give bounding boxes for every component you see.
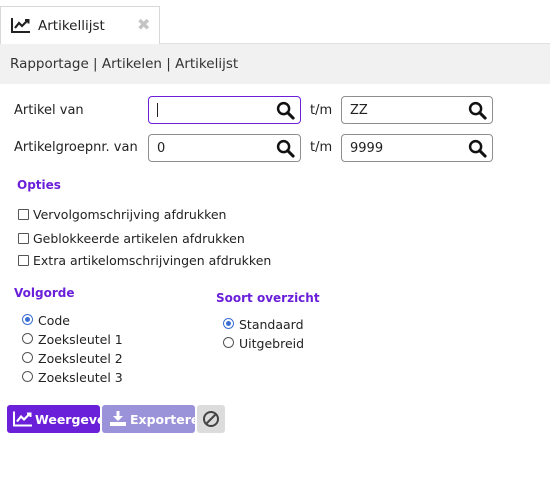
to-label-2: t/m: [310, 140, 333, 155]
close-icon[interactable]: ✖: [137, 17, 150, 33]
group-to-input[interactable]: [350, 139, 460, 157]
group-from-label: Artikelgroepnr. van: [14, 140, 138, 155]
search-icon[interactable]: [468, 139, 487, 158]
article-from-label: Artikel van: [14, 103, 84, 118]
to-label-1: t/m: [310, 103, 333, 118]
radio-button[interactable]: [22, 352, 33, 363]
checkbox[interactable]: [18, 233, 29, 244]
tab-label: Artikellijst: [38, 18, 105, 34]
show-button[interactable]: Weergeven: [7, 405, 114, 433]
option-label: Geblokkeerde artikelen afdrukken: [33, 231, 245, 246]
radio-button[interactable]: [22, 314, 33, 325]
article-from-input[interactable]: [157, 101, 267, 119]
overview-title: Soort overzicht: [216, 291, 320, 305]
group-from-field[interactable]: [148, 134, 301, 162]
radio-label: Code: [38, 313, 71, 328]
radio-label: Standaard: [239, 317, 304, 332]
export-button[interactable]: Exporteren: [102, 405, 208, 433]
search-icon[interactable]: [276, 139, 295, 158]
line-chart-icon: [11, 18, 30, 33]
radio-label: Zoeksleutel 1: [38, 332, 123, 347]
options-title: Opties: [17, 178, 61, 192]
line-chart-icon: [13, 411, 32, 427]
radio-button[interactable]: [22, 333, 33, 344]
cancel-button[interactable]: [197, 405, 225, 433]
radio-label: Zoeksleutel 2: [38, 351, 123, 366]
radio-button[interactable]: [223, 318, 234, 329]
tab-bar: Artikellijst ✖: [0, 0, 550, 44]
checkbox[interactable]: [18, 209, 29, 220]
option-label: Extra artikelomschrijvingen afdrukken: [33, 253, 272, 268]
group-to-field[interactable]: [341, 134, 493, 162]
article-to-input[interactable]: [350, 101, 460, 119]
order-title: Volgorde: [14, 286, 75, 300]
radio-button[interactable]: [223, 337, 234, 348]
radio-button[interactable]: [22, 371, 33, 382]
checkbox[interactable]: [18, 255, 29, 266]
breadcrumb-text: Rapportage | Artikelen | Artikelijst: [10, 56, 239, 72]
option-label: Vervolgomschrijving afdrukken: [33, 207, 227, 222]
radio-label: Zoeksleutel 3: [38, 370, 123, 385]
cancel-icon: [203, 411, 219, 427]
download-icon: [110, 411, 126, 426]
group-from-input[interactable]: [157, 139, 267, 157]
article-from-field[interactable]: [148, 96, 301, 124]
search-icon[interactable]: [468, 101, 487, 120]
breadcrumb: Rapportage | Artikelen | Artikelijst: [0, 44, 550, 84]
radio-label: Uitgebreid: [239, 336, 305, 351]
search-icon[interactable]: [276, 101, 295, 120]
article-to-field[interactable]: [341, 96, 493, 124]
text-cursor: [157, 103, 158, 117]
tab-artikellijst[interactable]: Artikellijst ✖: [0, 6, 160, 44]
